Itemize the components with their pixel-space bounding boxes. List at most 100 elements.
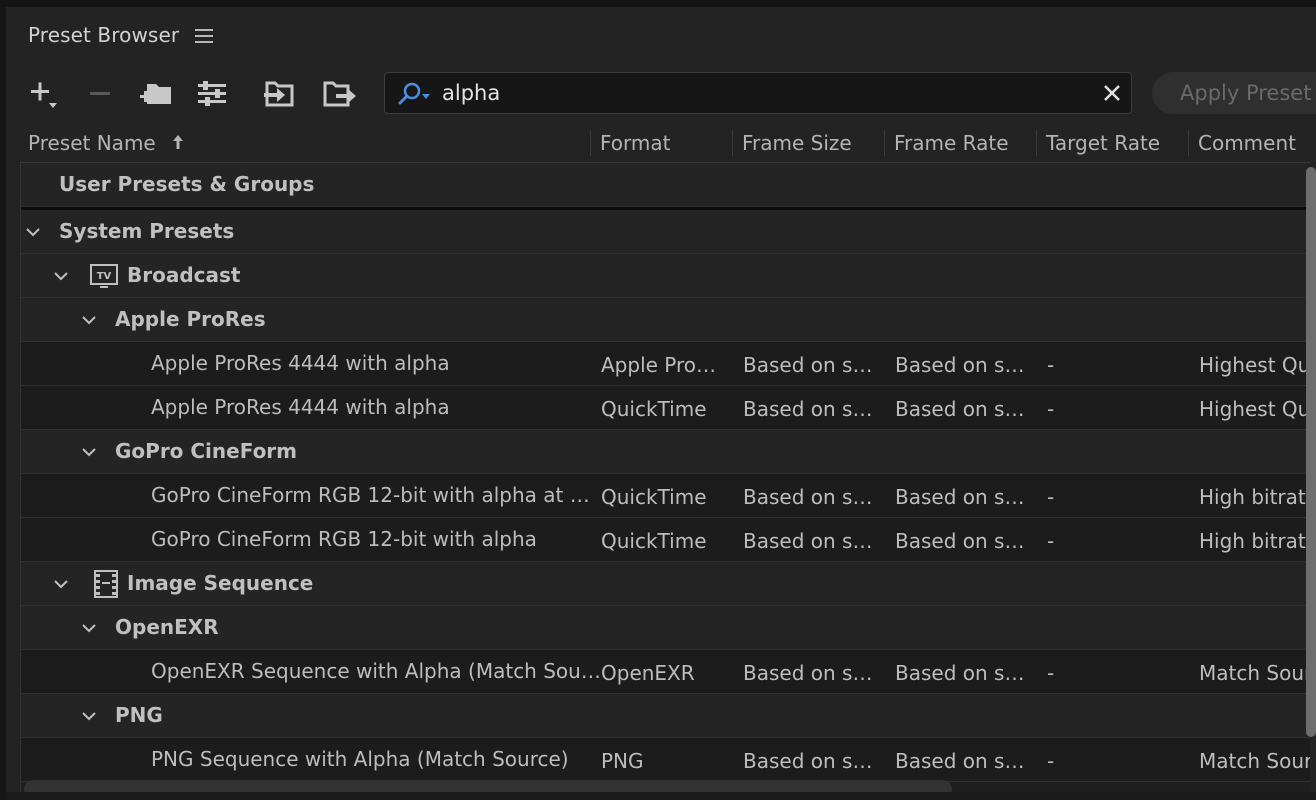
preset-frame-size: Based on s…	[743, 353, 873, 377]
preset-target-rate: -	[1047, 397, 1055, 421]
preset-frame-size: Based on s…	[743, 661, 873, 685]
chevron-down-icon[interactable]	[25, 224, 41, 240]
search-box[interactable]	[384, 72, 1132, 114]
panel-menu-icon[interactable]	[195, 29, 214, 43]
preset-name: Apple ProRes 4444 with alpha	[151, 351, 450, 375]
group-image-sequence[interactable]: Image Sequence	[21, 562, 1310, 606]
group-gopro-cineform[interactable]: GoPro CineForm	[21, 430, 1310, 474]
search-input[interactable]	[442, 73, 1082, 113]
preset-row[interactable]: OpenEXR Sequence with Alpha (Match Sou… …	[21, 650, 1310, 694]
col-header-comment[interactable]: Comment	[1198, 124, 1296, 162]
preset-comment: High bitrate	[1199, 485, 1310, 509]
minus-icon	[90, 92, 110, 95]
preset-frame-rate: Based on s…	[895, 485, 1025, 509]
preset-comment: Highest Qu	[1199, 397, 1310, 421]
preset-row[interactable]: GoPro CineForm RGB 12-bit with alpha at …	[21, 474, 1310, 518]
preset-name: GoPro CineForm RGB 12-bit with alpha at …	[151, 483, 590, 507]
preset-comment: Match Sour	[1199, 749, 1310, 773]
preset-format: QuickTime	[601, 397, 707, 421]
preset-comment: High bitrate	[1199, 529, 1310, 553]
preset-target-rate: -	[1047, 749, 1055, 773]
new-group-icon	[140, 84, 171, 104]
group-user-presets[interactable]: User Presets & Groups	[21, 163, 1310, 207]
group-label: Apple ProRes	[115, 307, 266, 331]
preset-format: PNG	[601, 749, 644, 773]
group-system-presets[interactable]: System Presets	[21, 210, 1310, 254]
preset-target-rate: -	[1047, 529, 1055, 553]
window-top-bar	[0, 0, 1316, 7]
group-broadcast[interactable]: TV Broadcast	[21, 254, 1310, 298]
col-header-frame-size[interactable]: Frame Size	[742, 124, 852, 162]
chevron-down-icon[interactable]	[81, 620, 97, 636]
preset-row[interactable]: PNG Sequence with Alpha (Match Source) P…	[21, 738, 1310, 782]
group-label: Image Sequence	[127, 571, 314, 595]
preset-row[interactable]: Apple ProRes 4444 with alpha QuickTime B…	[21, 386, 1310, 430]
col-header-target-rate[interactable]: Target Rate	[1046, 124, 1160, 162]
col-header-preset-name[interactable]: Preset Name	[28, 124, 186, 162]
import-preset-button[interactable]	[260, 75, 300, 113]
preset-frame-size: Based on s…	[743, 397, 873, 421]
new-group-button[interactable]	[136, 75, 176, 113]
group-label: OpenEXR	[115, 615, 219, 639]
col-header-format[interactable]: Format	[600, 124, 670, 162]
preset-comment: Match Sour	[1199, 661, 1310, 685]
chevron-down-icon[interactable]	[81, 312, 97, 328]
plus-icon	[31, 82, 57, 108]
add-preset-button[interactable]	[22, 75, 62, 113]
chevron-down-icon[interactable]	[81, 444, 97, 460]
preset-name: OpenEXR Sequence with Alpha (Match Sou…	[151, 659, 601, 683]
group-openexr[interactable]: OpenEXR	[21, 606, 1310, 650]
chevron-down-icon[interactable]	[53, 576, 69, 592]
chevron-down-icon[interactable]	[53, 268, 69, 284]
preset-frame-size: Based on s…	[743, 529, 873, 553]
search-icon[interactable]	[397, 81, 437, 107]
svg-text:TV: TV	[97, 271, 112, 282]
preset-frame-rate: Based on s…	[895, 353, 1025, 377]
preset-name: Apple ProRes 4444 with alpha	[151, 395, 450, 419]
preset-row[interactable]: Apple ProRes 4444 with alpha Apple Pro… …	[21, 342, 1310, 386]
preset-frame-rate: Based on s…	[895, 661, 1025, 685]
preset-tree: User Presets & Groups System Presets TV …	[20, 162, 1310, 798]
col-header-frame-rate[interactable]: Frame Rate	[894, 124, 1009, 162]
preset-format: QuickTime	[601, 485, 707, 509]
preset-frame-rate: Based on s…	[895, 529, 1025, 553]
column-headers: Preset Name Format Frame Size Frame Rate…	[20, 124, 1316, 162]
group-png[interactable]: PNG	[21, 694, 1310, 738]
preset-target-rate: -	[1047, 661, 1055, 685]
export-preset-icon	[323, 81, 356, 107]
preset-format: Apple Pro…	[601, 353, 717, 377]
film-strip-icon	[94, 570, 118, 598]
import-preset-icon	[264, 81, 294, 107]
preset-name: GoPro CineForm RGB 12-bit with alpha	[151, 527, 537, 551]
preset-settings-icon	[198, 81, 226, 106]
tv-icon: TV	[90, 264, 118, 288]
preset-format: QuickTime	[601, 529, 707, 553]
remove-preset-button[interactable]	[80, 75, 120, 113]
export-preset-button[interactable]	[320, 75, 360, 113]
panel-header: Preset Browser	[6, 7, 1316, 63]
vertical-scrollbar[interactable]	[1306, 167, 1316, 737]
preset-target-rate: -	[1047, 485, 1055, 509]
sort-ascending-icon[interactable]	[170, 132, 186, 152]
bottom-edge	[6, 792, 1316, 800]
preset-format: OpenEXR	[601, 661, 695, 685]
panel-title: Preset Browser	[28, 23, 180, 47]
group-label: Broadcast	[127, 263, 241, 287]
group-label: System Presets	[59, 219, 235, 243]
group-label: GoPro CineForm	[115, 439, 298, 463]
group-label: User Presets & Groups	[59, 172, 315, 196]
apply-preset-button[interactable]: Apply Preset	[1152, 72, 1316, 114]
preset-frame-size: Based on s…	[743, 749, 873, 773]
preset-settings-button[interactable]	[192, 75, 232, 113]
close-icon[interactable]	[1099, 80, 1125, 106]
preset-row[interactable]: GoPro CineForm RGB 12-bit with alpha Qui…	[21, 518, 1310, 562]
preset-comment: Highest Qu	[1199, 353, 1310, 377]
chevron-down-icon[interactable]	[81, 708, 97, 724]
preset-name: PNG Sequence with Alpha (Match Source)	[151, 747, 569, 771]
group-apple-prores[interactable]: Apple ProRes	[21, 298, 1310, 342]
preset-frame-rate: Based on s…	[895, 749, 1025, 773]
preset-frame-rate: Based on s…	[895, 397, 1025, 421]
preset-target-rate: -	[1047, 353, 1055, 377]
preset-frame-size: Based on s…	[743, 485, 873, 509]
group-label: PNG	[115, 703, 163, 727]
